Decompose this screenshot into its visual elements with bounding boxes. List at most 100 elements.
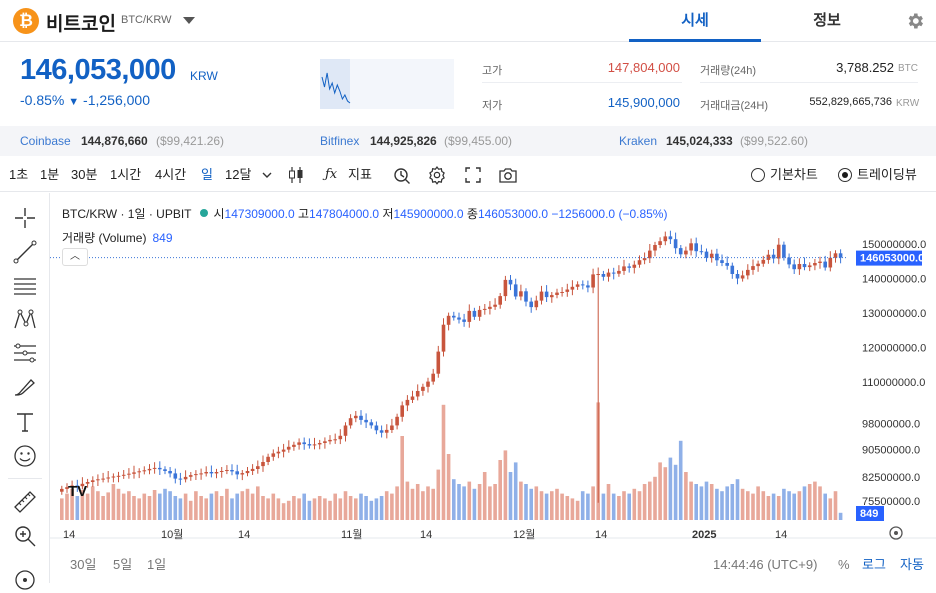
pattern-icon[interactable]: [12, 307, 38, 333]
volume-bar: [328, 500, 332, 520]
collapse-legend-chevron-up-icon[interactable]: ︿: [62, 248, 88, 266]
basic-chart-radio[interactable]: [751, 168, 765, 182]
candle-body: [147, 468, 152, 471]
volume-bar: [121, 493, 126, 520]
basic-chart-label[interactable]: 기본차트: [770, 158, 818, 192]
candle-body: [488, 306, 492, 309]
interval-1h[interactable]: 1시간: [110, 158, 141, 192]
fx-icon[interactable]: ƒx: [325, 158, 337, 192]
candle: [591, 268, 595, 294]
candle: [317, 439, 322, 450]
sparkline-chart[interactable]: [320, 59, 454, 109]
candle: [142, 466, 147, 475]
candle-body: [328, 439, 332, 442]
legend-low-label: 저: [382, 207, 394, 221]
camera-icon[interactable]: [498, 166, 518, 184]
candle: [297, 438, 301, 450]
volume-bar: [281, 503, 286, 520]
volume-bar: [441, 404, 446, 520]
volume-bar: [802, 486, 807, 520]
interval-4h[interactable]: 4시간: [155, 158, 186, 192]
interval-12month[interactable]: 12달: [225, 158, 251, 192]
volume-bar: [684, 472, 688, 520]
text-tool-icon[interactable]: [12, 409, 38, 435]
candlestick-chart[interactable]: 170000000.0150000000.0140000000.01300000…: [50, 193, 936, 583]
tab-info[interactable]: 정보: [761, 0, 893, 42]
volume-bar: [720, 491, 724, 520]
candle-body: [493, 304, 497, 307]
candle: [410, 390, 415, 403]
brush-icon[interactable]: [12, 375, 38, 401]
volume-bar: [333, 493, 337, 520]
volume-bar: [508, 472, 513, 520]
candle-body: [116, 475, 121, 477]
volume-bar: [214, 491, 219, 520]
volume-bar: [627, 493, 631, 520]
range-1d[interactable]: 1일: [147, 550, 166, 580]
candle: [472, 307, 477, 320]
gear-icon[interactable]: [905, 11, 925, 31]
candle: [802, 257, 807, 271]
candle-body: [477, 309, 482, 317]
alert-clock-icon[interactable]: [392, 166, 412, 186]
interval-30m[interactable]: 30분: [71, 158, 97, 192]
interval-1s[interactable]: 1초: [9, 158, 28, 192]
candle-body: [374, 425, 379, 431]
candle-body: [390, 425, 394, 430]
indicators-button[interactable]: 지표: [348, 158, 372, 192]
candle: [668, 230, 673, 244]
candle-body: [725, 263, 729, 266]
volume-bar: [555, 488, 559, 520]
candle-body: [297, 442, 301, 445]
volume-bar: [276, 498, 281, 520]
fullscreen-icon[interactable]: [465, 167, 481, 183]
x-tick-label: 14: [775, 529, 787, 541]
percent-scale-button[interactable]: %: [838, 550, 850, 580]
exchange-name[interactable]: Kraken: [619, 126, 657, 156]
volume-bar: [405, 481, 410, 520]
candle-body: [452, 315, 456, 318]
zoom-in-icon[interactable]: [12, 523, 38, 549]
volume-label: 거래량(24h): [700, 65, 757, 77]
crosshair-icon[interactable]: [12, 205, 38, 231]
interval-day[interactable]: 일: [201, 158, 213, 192]
candle-body: [302, 442, 306, 445]
candlestick-type-icon[interactable]: [287, 166, 305, 184]
volume-bar: [617, 496, 621, 520]
candle-body: [838, 253, 843, 258]
volume-bar: [746, 491, 750, 520]
price-chart[interactable]: 170000000.0150000000.0140000000.01300000…: [50, 193, 936, 583]
candle-body: [379, 430, 384, 433]
tab-quote[interactable]: 시세: [629, 0, 761, 42]
legend-close-label: 종: [466, 207, 478, 221]
emoji-icon[interactable]: [12, 443, 38, 469]
trading-view-radio[interactable]: [838, 168, 852, 182]
volume-bar: [204, 498, 208, 520]
volume-bar: [570, 498, 575, 520]
ruler-icon[interactable]: [12, 489, 38, 515]
range-30d[interactable]: 30일: [70, 550, 96, 580]
volume-bar: [658, 462, 662, 520]
range-5d[interactable]: 5일: [113, 550, 132, 580]
volume-bar: [446, 454, 451, 520]
candle: [132, 465, 136, 479]
fib-retracement-icon[interactable]: [12, 341, 38, 367]
trend-line-icon[interactable]: [12, 239, 38, 265]
candle-body: [446, 315, 451, 325]
candle: [426, 377, 430, 393]
exchange-name[interactable]: Bitfinex: [320, 126, 359, 156]
settings-icon[interactable]: [427, 165, 447, 185]
coin-select-chevron-down-icon[interactable]: [183, 17, 195, 24]
candle: [678, 245, 683, 258]
log-scale-button[interactable]: 로그: [862, 550, 886, 580]
candle-body: [354, 415, 358, 419]
exchange-name[interactable]: Coinbase: [20, 126, 71, 156]
candle: [756, 260, 760, 272]
auto-scale-button[interactable]: 자동: [900, 550, 924, 580]
last-price-label: 146053000.0: [860, 253, 924, 265]
candle: [415, 384, 420, 401]
chevron-down-icon[interactable]: [262, 170, 272, 180]
horizontal-lines-icon[interactable]: [12, 273, 38, 299]
trading-view-label[interactable]: 트레이딩뷰: [857, 158, 917, 192]
interval-1m[interactable]: 1분: [40, 158, 59, 192]
